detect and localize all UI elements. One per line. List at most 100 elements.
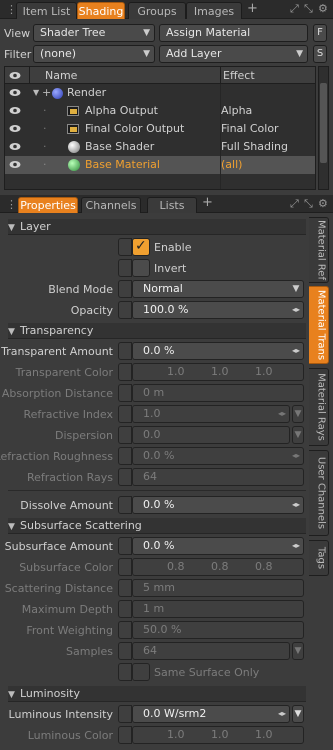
- maximum-depth-field[interactable]: 1 m: [132, 600, 304, 618]
- opacity-field[interactable]: 100.0 % ◂▸: [132, 301, 304, 319]
- channel-link-dot[interactable]: [118, 642, 132, 660]
- channel-link-dot[interactable]: [118, 705, 132, 723]
- tree-row-base-shader[interactable]: · Base Shader Full Shading: [5, 138, 315, 156]
- channel-link-dot[interactable]: [118, 280, 132, 298]
- luminous-color-field[interactable]: 1.0 1.0 1.0: [132, 726, 304, 744]
- transparent-amount-field[interactable]: 0.0 % ◂▸: [132, 342, 304, 360]
- assign-material-button[interactable]: Assign Material: [159, 24, 308, 42]
- tab-channels[interactable]: Channels: [81, 197, 141, 213]
- slider-handle-icon[interactable]: ◂▸: [290, 344, 302, 358]
- column-effect[interactable]: Effect: [223, 69, 255, 82]
- eye-icon[interactable]: [9, 142, 21, 151]
- expand-icon[interactable]: ⤢: [290, 2, 299, 16]
- refraction-rays-field[interactable]: 64: [132, 468, 304, 486]
- tab-shading[interactable]: Shading: [77, 2, 125, 19]
- enable-checkbox[interactable]: ✓: [132, 238, 150, 256]
- eye-icon[interactable]: [9, 124, 21, 133]
- channel-link-dot[interactable]: [118, 468, 132, 486]
- tab-groups[interactable]: Groups: [128, 2, 186, 19]
- slider-handle-icon[interactable]: ◂▸: [290, 449, 302, 463]
- transparent-color-field[interactable]: 1.0 1.0 1.0: [132, 363, 304, 381]
- refraction-roughness-field[interactable]: 0.0 % ◂▸: [132, 447, 304, 465]
- opacity-label: Opacity: [70, 304, 113, 317]
- channel-link-dot[interactable]: [118, 426, 132, 444]
- tree-scrollbar[interactable]: [318, 66, 329, 190]
- same-surface-checkbox[interactable]: [132, 663, 150, 681]
- section-subsurface-scattering[interactable]: ▼ Subsurface Scattering: [8, 518, 306, 534]
- scattering-distance-field[interactable]: 5 mm: [132, 579, 304, 597]
- subsurface-color-field[interactable]: 0.8 0.8 0.8: [132, 558, 304, 576]
- tab-item-list[interactable]: Item List: [16, 2, 77, 19]
- subsurface-amount-field[interactable]: 0.0 % ◂▸: [132, 537, 304, 555]
- sidetab-material-trans[interactable]: Material Trans: [309, 286, 329, 364]
- channel-link-dot[interactable]: [118, 447, 132, 465]
- tree-row-alpha-output[interactable]: · Alpha Output Alpha: [5, 102, 315, 120]
- section-layer[interactable]: ▼ Layer: [8, 219, 306, 235]
- sidetab-tags[interactable]: Tags: [309, 540, 329, 576]
- add-tab-icon[interactable]: +: [202, 195, 213, 210]
- refractive-index-preset-button[interactable]: ▼: [292, 405, 304, 423]
- channel-link-dot[interactable]: [118, 600, 132, 618]
- minimize-icon[interactable]: ⤡: [304, 2, 313, 16]
- dispersion-preset-button[interactable]: ▼: [292, 426, 304, 444]
- channel-link-dot[interactable]: [118, 301, 132, 319]
- channel-link-dot[interactable]: [118, 405, 132, 423]
- luminous-intensity-field[interactable]: 0.0 W/srm2 ◂▸: [132, 705, 290, 723]
- samples-field[interactable]: 64: [132, 642, 290, 660]
- section-transparency[interactable]: ▼ Transparency: [8, 323, 306, 339]
- channel-link-dot[interactable]: [118, 259, 132, 277]
- channel-link-dot[interactable]: [118, 384, 132, 402]
- channel-link-dot[interactable]: [118, 363, 132, 381]
- tree-row-final-color-output[interactable]: · Final Color Output Final Color: [5, 120, 315, 138]
- samples-preset-button[interactable]: ▼: [292, 642, 304, 660]
- s-button[interactable]: S: [313, 45, 327, 63]
- channel-link-dot[interactable]: [118, 496, 132, 514]
- refractive-index-field[interactable]: 1.0 ◂▸: [132, 405, 290, 423]
- properties-tab-bar: ⋮ Properties Channels Lists + ⤢ ⤡ ⚙: [0, 195, 333, 213]
- f-button[interactable]: F: [313, 24, 327, 42]
- gear-icon[interactable]: ⚙: [318, 2, 328, 15]
- channel-link-dot[interactable]: [118, 579, 132, 597]
- sidetab-material-ref[interactable]: Material Ref: [309, 217, 329, 283]
- channel-link-dot[interactable]: [118, 238, 132, 256]
- slider-handle-icon[interactable]: ◂▸: [276, 707, 288, 721]
- channel-link-dot[interactable]: [118, 537, 132, 555]
- tab-properties[interactable]: Properties: [18, 197, 78, 213]
- slider-handle-icon[interactable]: ◂▸: [276, 407, 288, 421]
- front-weighting-field[interactable]: 50.0 %: [132, 621, 304, 639]
- slider-handle-icon[interactable]: ◂▸: [290, 303, 302, 317]
- tree-row-base-material[interactable]: · Base Material (all): [5, 156, 315, 174]
- channel-link-dot[interactable]: [118, 621, 132, 639]
- eye-icon[interactable]: [9, 106, 21, 115]
- sidetab-material-rays[interactable]: Material Rays: [309, 368, 329, 446]
- luminous-intensity-preset-button[interactable]: ▼: [292, 705, 304, 723]
- divider: [8, 490, 306, 491]
- minimize-icon[interactable]: ⤡: [304, 197, 313, 211]
- grip-icon[interactable]: ⋮: [6, 198, 17, 211]
- invert-checkbox[interactable]: [132, 259, 150, 277]
- dissolve-amount-field[interactable]: 0.0 % ◂▸: [132, 496, 304, 514]
- scrollbar-thumb[interactable]: [320, 83, 327, 163]
- channel-link-dot[interactable]: [118, 558, 132, 576]
- channel-link-dot[interactable]: [118, 342, 132, 360]
- tree-row-render[interactable]: ▼ + Render: [5, 84, 315, 102]
- dispersion-field[interactable]: 0.0: [132, 426, 290, 444]
- slider-handle-icon[interactable]: ◂▸: [290, 539, 302, 553]
- tab-lists[interactable]: Lists: [147, 197, 197, 213]
- tab-images[interactable]: Images: [186, 2, 242, 19]
- slider-handle-icon[interactable]: ◂▸: [290, 498, 302, 512]
- absorption-distance-field[interactable]: 0 m: [132, 384, 304, 402]
- channel-link-dot[interactable]: [118, 726, 132, 744]
- add-tab-icon[interactable]: +: [247, 1, 258, 16]
- channel-link-dot[interactable]: [118, 663, 132, 681]
- blend-mode-select[interactable]: Normal ▼: [132, 280, 304, 298]
- add-layer-select[interactable]: Add Layer ▼: [159, 45, 308, 63]
- expand-triangle-icon[interactable]: ▼: [33, 84, 39, 102]
- section-luminosity[interactable]: ▼ Luminosity: [8, 686, 306, 702]
- view-select[interactable]: Shader Tree ▼: [33, 24, 155, 42]
- eye-icon[interactable]: [9, 160, 21, 169]
- column-name[interactable]: Name: [45, 69, 77, 82]
- expand-icon[interactable]: ⤢: [290, 197, 299, 211]
- filter-select[interactable]: (none) ▼: [33, 45, 155, 63]
- eye-icon[interactable]: [9, 88, 21, 97]
